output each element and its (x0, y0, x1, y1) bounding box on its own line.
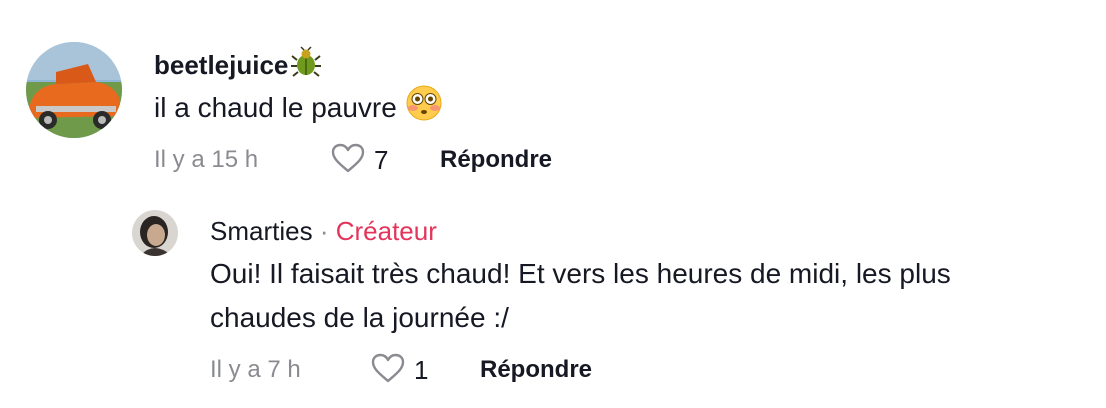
reply-button[interactable]: Répondre (440, 146, 552, 174)
comment-text: il a chaud le pauvre (154, 84, 443, 135)
creator-badge: Créateur (335, 216, 437, 246)
like-button[interactable]: 1 (370, 352, 428, 389)
reply-text-line-1: Oui! Il faisait très chaud! Et vers les … (210, 258, 951, 289)
username-text: beetlejuice (154, 50, 289, 80)
avatar[interactable] (26, 42, 122, 138)
car-photo-avatar (26, 42, 122, 138)
comment-username[interactable]: beetlejuice (154, 46, 322, 85)
beetle-icon (290, 46, 322, 85)
heart-icon[interactable] (370, 352, 406, 389)
comment-item: beetlejuice il a chaud le pauvre Il y a … (0, 0, 1106, 200)
reply-button[interactable]: Répondre (480, 356, 592, 384)
like-count: 7 (374, 145, 389, 175)
like-count: 1 (414, 355, 429, 385)
reply-text-line-2: chaudes de la journée :/ (210, 302, 509, 333)
heart-icon[interactable] (330, 142, 366, 179)
portrait-avatar (132, 210, 178, 256)
reply-text: Oui! Il faisait très chaud! Et vers les … (210, 252, 951, 340)
flushed-face-emoji (405, 84, 443, 135)
reply-username-row: Smarties · Créateur (210, 216, 437, 247)
reply-item: Smarties · Créateur Oui! Il faisait très… (0, 200, 1106, 408)
comment-timestamp: Il y a 15 h (154, 146, 259, 173)
like-button[interactable]: 7 (330, 142, 388, 179)
separator-dot: · (319, 216, 329, 246)
reply-timestamp: Il y a 7 h (210, 356, 301, 383)
comment-text-body: il a chaud le pauvre (154, 91, 397, 123)
reply-username[interactable]: Smarties (210, 216, 313, 246)
avatar[interactable] (132, 210, 178, 256)
